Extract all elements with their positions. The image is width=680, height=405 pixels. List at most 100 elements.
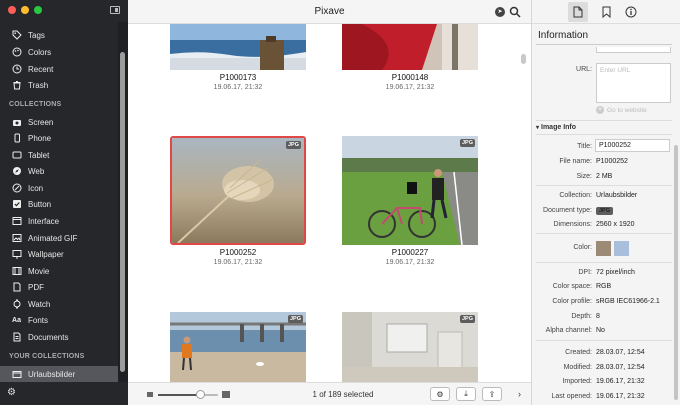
camera-icon bbox=[11, 117, 22, 128]
sidebar-item-label: Animated GIF bbox=[28, 233, 78, 243]
sidebar-item-pdf[interactable]: PDF bbox=[0, 279, 118, 295]
close-window-button[interactable] bbox=[8, 6, 16, 14]
document-icon bbox=[573, 6, 583, 18]
sidebar-item-urlaubsbilder[interactable]: Urlaubsbilder bbox=[0, 366, 118, 382]
grid-scroll-thumb[interactable] bbox=[521, 54, 526, 64]
url-input[interactable]: Enter URL bbox=[596, 63, 671, 103]
sidebar-item-icon[interactable]: Icon bbox=[0, 180, 118, 196]
zoom-slider[interactable] bbox=[158, 390, 218, 399]
sidebar-item-label: Icon bbox=[28, 183, 44, 193]
search-icon[interactable] bbox=[509, 6, 521, 18]
info-title: Information bbox=[538, 30, 589, 41]
colorprofile-value: sRGB IEC61966-2.1 bbox=[596, 298, 660, 305]
sidebar-item-button[interactable]: Button bbox=[0, 196, 118, 212]
sidebar-item-animated-gif[interactable]: Animated GIF bbox=[0, 230, 118, 246]
divider bbox=[536, 262, 672, 263]
compass-icon[interactable]: ➤ bbox=[495, 7, 505, 17]
sidebar-item-tags[interactable]: Tags bbox=[0, 27, 118, 43]
sidebar-item-label: Interface bbox=[28, 216, 60, 226]
tab-info-document[interactable] bbox=[568, 2, 588, 22]
image-date: 19.06.17, 21:32 bbox=[213, 84, 263, 91]
phone-icon bbox=[11, 133, 22, 144]
bookmark-icon bbox=[602, 6, 610, 18]
sidebar-item-trash[interactable]: Trash bbox=[0, 77, 118, 93]
sidebar-item-tablet[interactable]: Tablet bbox=[0, 147, 118, 163]
jpg-badge: JPG bbox=[459, 139, 475, 147]
image-date: 19.06.17, 21:32 bbox=[385, 259, 435, 266]
color-label: Color: bbox=[573, 244, 592, 251]
notes-field[interactable] bbox=[596, 47, 671, 53]
info-scroll-thumb[interactable] bbox=[674, 145, 678, 400]
sidebar-item-colors[interactable]: Colors bbox=[0, 44, 118, 60]
url-label: URL: bbox=[576, 66, 592, 73]
chevron-down-icon: ▾ bbox=[536, 125, 540, 131]
image-thumbnail[interactable]: JPG bbox=[170, 136, 306, 245]
title-label: Title: bbox=[577, 143, 592, 150]
sidebar-item-watch[interactable]: Watch bbox=[0, 296, 118, 312]
sidebar-item-label: Tags bbox=[28, 30, 45, 40]
jpg-badge: JPG bbox=[285, 141, 301, 149]
zoom-slider-knob[interactable] bbox=[196, 390, 205, 399]
image-thumbnail[interactable]: JPG bbox=[342, 136, 478, 245]
action-gear-button[interactable]: ⚙ bbox=[430, 387, 450, 401]
image-thumbnail[interactable]: JPG bbox=[342, 312, 478, 382]
tab-details[interactable] bbox=[621, 2, 641, 22]
divider bbox=[536, 233, 672, 234]
image-thumbnail[interactable] bbox=[170, 24, 306, 70]
colorspace-value: RGB bbox=[596, 283, 612, 290]
image-date: 19.06.17, 21:32 bbox=[385, 84, 435, 91]
image-thumbnail[interactable] bbox=[342, 24, 478, 70]
colorspace-label: Color space: bbox=[552, 283, 592, 290]
sidebar-item-label: Recent bbox=[28, 64, 54, 74]
imported-label: Imported: bbox=[562, 378, 592, 385]
sidebar-scrollbar[interactable] bbox=[118, 22, 128, 382]
watch-icon bbox=[11, 299, 22, 310]
sidebar-item-recent[interactable]: Recent bbox=[0, 61, 118, 77]
created-label: Created: bbox=[565, 349, 592, 356]
small-thumbnail-icon[interactable] bbox=[147, 392, 153, 397]
last-opened-value: 19.06.17, 21:32 bbox=[596, 393, 645, 400]
sidebar-scroll-thumb[interactable] bbox=[120, 52, 125, 372]
chevron-right-icon[interactable]: › bbox=[518, 389, 521, 399]
sidebar-item-wallpaper[interactable]: Wallpaper bbox=[0, 246, 118, 262]
zoom-window-button[interactable] bbox=[34, 6, 42, 14]
sidebar-item-movie[interactable]: Movie bbox=[0, 263, 118, 279]
sidebar-item-label: Wallpaper bbox=[28, 249, 64, 259]
sidebar-item-fonts[interactable]: Aa Fonts bbox=[0, 312, 118, 328]
depth-value: 8 bbox=[596, 313, 600, 320]
minimize-window-button[interactable] bbox=[21, 6, 29, 14]
share-button[interactable]: ⇪ bbox=[482, 387, 502, 401]
sidebar-item-label: Documents bbox=[28, 332, 69, 342]
last-opened-label: Last opened: bbox=[551, 393, 592, 400]
dpi-value: 72 pixel/inch bbox=[596, 269, 635, 276]
bottom-toolbar: 1 of 189 selected ⚙ ⤓ ⇪ › bbox=[128, 382, 531, 405]
title-input[interactable]: P1000252 bbox=[595, 139, 670, 152]
tab-bookmark[interactable] bbox=[596, 2, 616, 22]
sidebar-item-web[interactable]: Web bbox=[0, 163, 118, 179]
doctype-label: Document type: bbox=[542, 207, 592, 214]
sidebar-item-interface[interactable]: Interface bbox=[0, 213, 118, 229]
color-swatch[interactable] bbox=[614, 241, 629, 256]
sidebar-toggle-icon[interactable] bbox=[110, 6, 120, 14]
import-button[interactable]: ⤓ bbox=[456, 387, 476, 401]
main-area: Pixave ➤ P1000173 19.06.17, 21:32 P10001… bbox=[128, 0, 531, 405]
color-swatch[interactable] bbox=[596, 241, 611, 256]
go-to-website-link[interactable]: + Go to website bbox=[596, 106, 647, 114]
document-icon bbox=[11, 332, 22, 343]
sidebar-item-screen[interactable]: Screen bbox=[0, 114, 118, 130]
image-info-section[interactable]: ▾ Image Info bbox=[536, 124, 576, 131]
modified-value: 28.03.07, 12:54 bbox=[596, 364, 645, 371]
imported-value: 19.06.17, 21:32 bbox=[596, 378, 645, 385]
collections-header: COLLECTIONS bbox=[9, 101, 62, 108]
image-thumbnail[interactable]: JPG bbox=[170, 312, 306, 382]
settings-gear-icon[interactable]: ⚙ bbox=[7, 387, 16, 398]
sidebar-item-label: PDF bbox=[28, 282, 44, 292]
modified-label: Modified: bbox=[563, 364, 592, 371]
sidebar-item-phone[interactable]: Phone bbox=[0, 130, 118, 146]
sidebar-item-label: Watch bbox=[28, 299, 51, 309]
sidebar-item-documents[interactable]: Documents bbox=[0, 329, 118, 345]
large-thumbnail-icon[interactable] bbox=[222, 391, 230, 398]
dimensions-value: 2560 x 1920 bbox=[596, 221, 635, 228]
sidebar-item-label: Fonts bbox=[28, 315, 49, 325]
jpg-badge: JPG bbox=[459, 315, 475, 323]
